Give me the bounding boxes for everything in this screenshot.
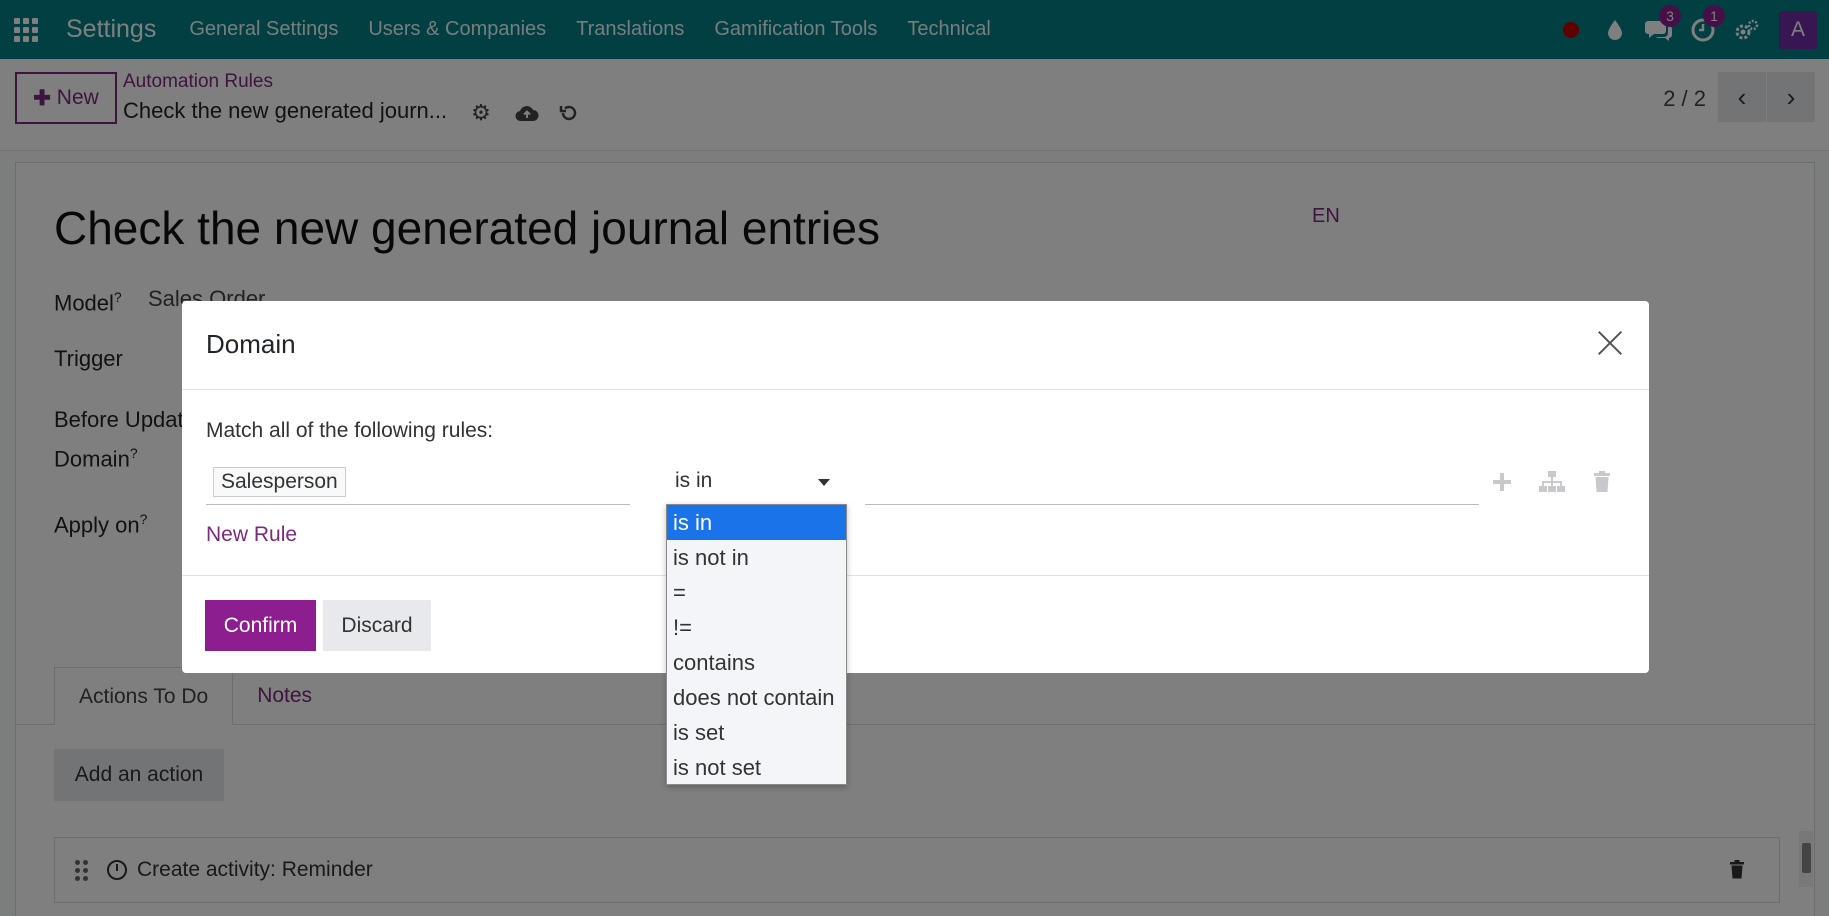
operator-option-is-set[interactable]: is set xyxy=(667,715,846,750)
operator-select[interactable]: is in xyxy=(670,451,834,505)
operator-option-is-not-in[interactable]: is not in xyxy=(667,540,846,575)
dialog-footer-divider xyxy=(182,575,1649,576)
domain-dialog: Domain Match all of the following rules:… xyxy=(182,301,1649,673)
close-icon[interactable] xyxy=(1593,326,1627,360)
operator-dropdown-list: is in is not in = != contains does not c… xyxy=(666,504,847,785)
dialog-title: Domain xyxy=(206,329,296,359)
operator-value: is in xyxy=(675,469,713,492)
operator-option-contains[interactable]: contains xyxy=(667,645,846,680)
operator-option-does-not-contain[interactable]: does not contain xyxy=(667,680,846,715)
dialog-header: Domain xyxy=(182,301,1649,390)
field-path-value: Salesperson xyxy=(213,467,346,497)
operator-option-equals[interactable]: = xyxy=(667,575,846,610)
add-rule-icon[interactable] xyxy=(1488,468,1516,496)
confirm-button[interactable]: Confirm xyxy=(205,600,316,651)
operator-option-is-in[interactable]: is in xyxy=(667,505,846,540)
rule-value-field[interactable] xyxy=(865,451,1479,505)
delete-rule-icon[interactable] xyxy=(1588,468,1616,496)
operator-option-is-not-set[interactable]: is not set xyxy=(667,750,846,785)
field-path-selector[interactable]: Salesperson xyxy=(206,451,630,505)
match-rules-label: Match all of the following rules: xyxy=(206,419,494,442)
new-rule-link[interactable]: New Rule xyxy=(206,523,297,547)
operator-option-not-equals[interactable]: != xyxy=(667,610,846,645)
discard-button[interactable]: Discard xyxy=(323,600,431,651)
caret-down-icon xyxy=(818,479,830,486)
add-branch-icon[interactable] xyxy=(1538,468,1566,496)
